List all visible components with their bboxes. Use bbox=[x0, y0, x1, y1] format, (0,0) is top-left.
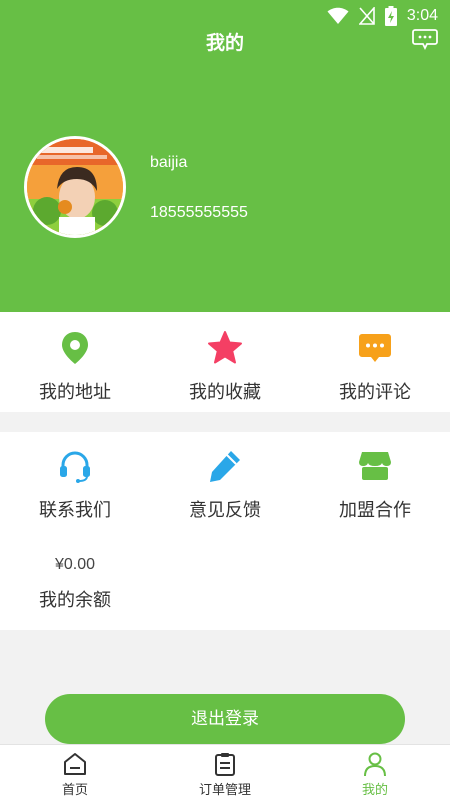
menu-label: 加盟合作 bbox=[339, 500, 411, 521]
balance-amount: ¥0.00 bbox=[54, 556, 96, 573]
message-icon[interactable] bbox=[412, 28, 438, 50]
avatar[interactable] bbox=[24, 136, 126, 238]
menu-my-comments[interactable]: 我的评论 bbox=[300, 330, 450, 404]
menu-contact-us[interactable]: 联系我们 bbox=[0, 448, 150, 522]
menu-label: 我的地址 bbox=[39, 382, 111, 403]
shop-icon bbox=[359, 452, 391, 480]
tab-label: 订单管理 bbox=[198, 783, 251, 798]
page-title: 我的 bbox=[205, 32, 244, 54]
menu-label: 我的评论 bbox=[339, 382, 411, 403]
menu-label: 我的收藏 bbox=[189, 382, 261, 403]
menu-my-favorites[interactable]: 我的收藏 bbox=[150, 330, 300, 404]
comment-icon bbox=[359, 334, 391, 362]
menu-my-address[interactable]: 我的地址 bbox=[0, 330, 150, 404]
wifi-icon bbox=[327, 7, 349, 24]
logout-button[interactable]: 退出登录 bbox=[45, 694, 405, 744]
tab-label: 首页 bbox=[61, 783, 88, 798]
avatar-image bbox=[27, 139, 123, 235]
status-time: 3:04 bbox=[406, 7, 438, 24]
location-pin-icon bbox=[62, 332, 88, 364]
home-icon bbox=[64, 753, 86, 775]
username: baijia bbox=[150, 154, 188, 171]
headset-icon bbox=[60, 451, 90, 483]
bottom-tab-bar: 首页 订单管理 我的 bbox=[0, 744, 450, 800]
tab-label: 我的 bbox=[361, 783, 388, 798]
my-balance[interactable]: ¥0.00 我的余额 bbox=[0, 556, 150, 612]
no-signal-icon bbox=[358, 7, 375, 25]
menu-feedback[interactable]: 意见反馈 bbox=[150, 448, 300, 522]
menu-section-1: 我的地址 我的收藏 我的评论 bbox=[0, 312, 450, 412]
star-icon bbox=[208, 331, 242, 364]
clipboard-icon bbox=[215, 753, 235, 776]
menu-franchise[interactable]: 加盟合作 bbox=[300, 448, 450, 522]
tab-home[interactable]: 首页 bbox=[0, 745, 150, 800]
user-icon bbox=[364, 752, 386, 777]
menu-label: 联系我们 bbox=[39, 500, 111, 521]
profile-header: 3:04 我的 baijia 18555555555 bbox=[0, 0, 450, 312]
pencil-icon bbox=[210, 451, 240, 482]
tab-orders[interactable]: 订单管理 bbox=[150, 745, 300, 800]
phone-number: 18555555555 bbox=[150, 204, 248, 221]
menu-label: 意见反馈 bbox=[189, 500, 261, 521]
balance-label: 我的余额 bbox=[39, 590, 111, 611]
battery-charging-icon bbox=[384, 6, 397, 26]
tab-mine[interactable]: 我的 bbox=[300, 745, 450, 800]
